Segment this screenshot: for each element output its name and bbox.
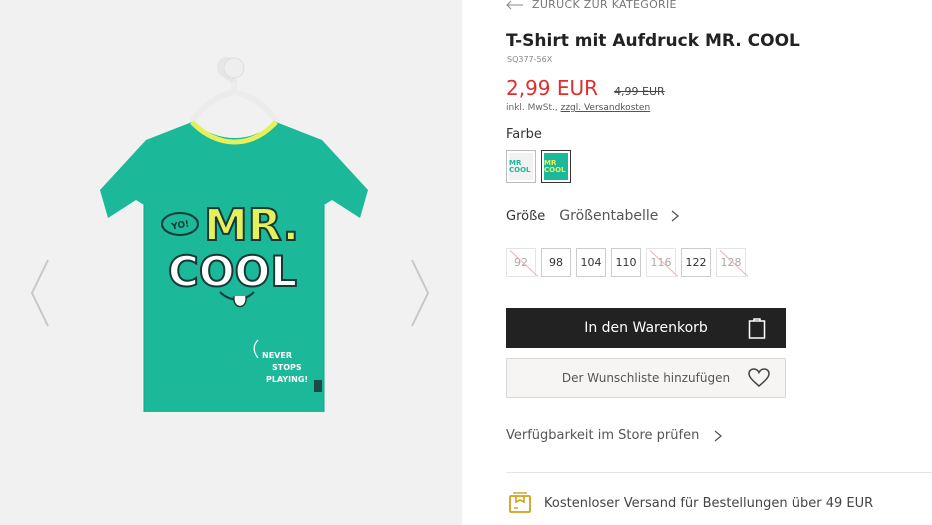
tax-note: inkl. MwSt., zzgl. Versandkosten — [506, 103, 650, 113]
wishlist-label: Der Wunschliste hinzufügen — [561, 371, 731, 385]
tax-note-text: inkl. MwSt., — [506, 103, 561, 113]
size-chart-link[interactable]: Größentabelle — [559, 208, 658, 224]
chevron-right-icon[interactable] — [670, 210, 680, 222]
arrow-left-icon — [506, 0, 523, 9]
size-option-104[interactable]: 104 — [576, 248, 606, 277]
store-availability-link[interactable]: Verfügbarkeit im Store prüfen — [506, 428, 723, 443]
current-price: 2,99 EUR — [506, 76, 599, 100]
color-swatches: MR COOL MR COOL — [506, 150, 571, 183]
print-tagline-2: STOPS — [272, 363, 302, 372]
size-row: Größe Größentabelle — [506, 208, 680, 224]
add-to-wishlist-button[interactable]: Der Wunschliste hinzufügen — [506, 358, 786, 398]
free-shipping-text: Kostenloser Versand für Bestellungen übe… — [544, 495, 874, 511]
divider — [506, 472, 932, 473]
print-mr: MR. — [204, 200, 299, 251]
size-option-98[interactable]: 98 — [541, 248, 571, 277]
old-price: 4,99 EUR — [614, 85, 665, 98]
product-title: T-Shirt mit Aufdruck MR. COOL — [506, 31, 800, 51]
store-availability-label: Verfügbarkeit im Store prüfen — [506, 428, 700, 443]
product-sku: SQ377-56X — [507, 55, 553, 64]
back-to-category-link[interactable]: ZURÜCK ZUR KATEGORIE — [506, 0, 677, 11]
product-gallery: YO! MR. COOL NEVER STOPS PLAYING! — [0, 0, 462, 525]
swatch-green[interactable]: MR COOL — [541, 150, 571, 183]
add-to-cart-button[interactable]: In den Warenkorb — [506, 308, 786, 348]
swatch-white-thumb: MR COOL — [509, 153, 533, 180]
product-image: YO! MR. COOL NEVER STOPS PLAYING! — [100, 57, 368, 412]
print-cool: COOL — [168, 247, 297, 296]
shipping-costs-link[interactable]: zzgl. Versandkosten — [561, 103, 651, 113]
print-tagline-1: NEVER — [262, 351, 292, 360]
free-shipping-note: Kostenloser Versand für Bestellungen übe… — [508, 491, 873, 515]
chevron-right-icon — [714, 430, 723, 441]
shopping-bag-icon — [748, 318, 766, 339]
size-option-110[interactable]: 110 — [611, 248, 641, 277]
package-icon — [509, 492, 531, 513]
product-info: ZURÜCK ZUR KATEGORIE T-Shirt mit Aufdruc… — [506, 0, 932, 525]
chevron-right-icon[interactable] — [410, 258, 430, 328]
size-options: 92 98 104 110 116 122 128 — [506, 248, 746, 277]
swatch-green-thumb: MR COOL — [544, 153, 568, 180]
chevron-left-icon[interactable] — [30, 258, 50, 328]
price-row: 2,99 EUR 4,99 EUR — [506, 76, 665, 100]
add-to-cart-label: In den Warenkorb — [584, 320, 708, 336]
size-option-128[interactable]: 128 — [716, 248, 746, 277]
size-option-122[interactable]: 122 — [681, 248, 711, 277]
size-label: Größe — [506, 208, 546, 224]
swatch-white[interactable]: MR COOL — [506, 150, 536, 183]
color-label: Farbe — [506, 127, 542, 142]
swatch-green-text: MR COOL — [544, 158, 566, 174]
print-tagline-3: PLAYING! — [266, 375, 308, 384]
size-option-92[interactable]: 92 — [506, 248, 536, 277]
swatch-white-text: MR COOL — [509, 158, 531, 174]
back-link-label: ZURÜCK ZUR KATEGORIE — [532, 0, 677, 11]
heart-icon — [748, 368, 770, 387]
size-option-116[interactable]: 116 — [646, 248, 676, 277]
